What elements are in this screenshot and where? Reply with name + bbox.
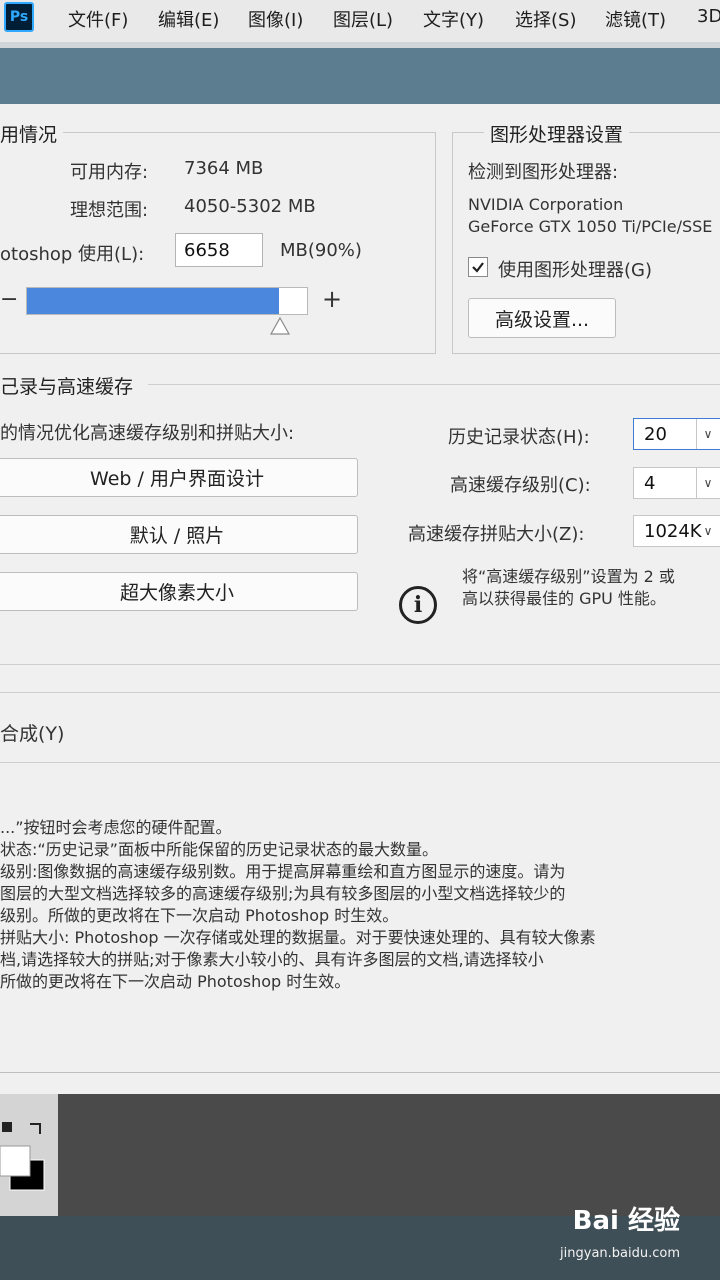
- compose-option[interactable]: 合成(Y): [0, 719, 64, 746]
- gpu-settings-title: 图形处理器设置: [484, 120, 630, 147]
- dialog-bottom-edge: [0, 1072, 720, 1073]
- gpu-hint-line2: 高以获得最佳的 GPU 性能。: [462, 589, 666, 608]
- photoshop-usage-label: otoshop 使用(L):: [0, 244, 145, 265]
- photoshop-logo: Ps: [4, 2, 34, 32]
- description-line: 状态:“历史记录”面板中所能保留的历史记录状态的最大数量。: [0, 840, 438, 859]
- chevron-down-icon[interactable]: ∨: [697, 516, 719, 546]
- history-states-value: 20: [644, 423, 667, 445]
- cache-levels-label: 高速缓存级别(C):: [450, 475, 591, 496]
- description-line: 所做的更改将在下一次启动 Photoshop 时生效。: [0, 972, 351, 991]
- memory-slider-thumb[interactable]: [269, 316, 291, 336]
- gpu-model: GeForce GTX 1050 Ti/PCIe/SSE: [468, 217, 713, 236]
- menu-file[interactable]: 文件(F): [68, 6, 128, 32]
- preset-default-photo-button[interactable]: 默认 / 照片: [0, 515, 358, 554]
- ideal-range-value: 4050-5302 MB: [184, 196, 316, 217]
- description-line: 档,请选择较大的拼贴;对于像素大小较小的、具有许多图层的文档,请选择较小: [0, 950, 544, 969]
- description-line: ...”按钮时会考虑您的硬件配置。: [0, 818, 232, 837]
- decrease-memory-button[interactable]: −: [0, 287, 18, 312]
- dialog-title-bar: [0, 42, 720, 104]
- checkmark-icon: [472, 262, 484, 273]
- advanced-settings-button[interactable]: 高级设置...: [468, 298, 616, 338]
- divider: [0, 692, 720, 693]
- tools-panel: [0, 1094, 58, 1216]
- increase-memory-button[interactable]: +: [322, 285, 342, 313]
- tile-size-label: 高速缓存拼贴大小(Z):: [408, 524, 585, 545]
- color-swatches[interactable]: [0, 1118, 58, 1198]
- memory-usage-input[interactable]: 6658: [175, 233, 263, 267]
- optimize-label: 的情况优化高速缓存级别和拼贴大小:: [0, 423, 295, 444]
- chevron-down-icon[interactable]: ∨: [696, 468, 719, 498]
- available-ram-value: 7364 MB: [184, 158, 264, 179]
- canvas-area: [58, 1094, 720, 1216]
- use-gpu-label: 使用图形处理器(G): [498, 260, 652, 281]
- menu-image[interactable]: 图像(I): [248, 6, 303, 32]
- divider: [0, 664, 720, 665]
- cache-levels-input[interactable]: 4 ∨: [633, 467, 720, 499]
- tile-size-value: 1024K: [644, 520, 702, 542]
- use-gpu-checkbox[interactable]: [468, 257, 488, 277]
- gpu-detected-label: 检测到图形处理器:: [468, 162, 619, 183]
- gpu-vendor: NVIDIA Corporation: [468, 195, 624, 214]
- preset-web-ui-button[interactable]: Web / 用户界面设计: [0, 458, 358, 497]
- preferences-dialog: 用情况 可用内存: 7364 MB 理想范围: 4050-5302 MB oto…: [0, 104, 720, 1094]
- divider: [0, 762, 720, 763]
- history-states-input[interactable]: 20 ∨: [633, 418, 720, 450]
- menu-type[interactable]: 文字(Y): [423, 6, 484, 32]
- history-states-label: 历史记录状态(H):: [448, 427, 590, 448]
- description-line: 拼贴大小: Photoshop 一次存储或处理的数据量。对于要快速处理的、具有较…: [0, 928, 596, 947]
- menu-layer[interactable]: 图层(L): [333, 6, 393, 32]
- menu-bar: Ps 文件(F) 编辑(E) 图像(I) 图层(L) 文字(Y) 选择(S) 滤…: [0, 0, 720, 43]
- baidu-watermark-url: jingyan.baidu.com: [560, 1246, 680, 1261]
- available-ram-label: 可用内存:: [70, 162, 149, 183]
- chevron-down-icon[interactable]: ∨: [696, 419, 719, 449]
- menu-filter[interactable]: 滤镜(T): [605, 6, 666, 32]
- ideal-range-label: 理想范围:: [70, 200, 149, 221]
- menu-3d[interactable]: 3D: [697, 6, 720, 27]
- memory-slider-track[interactable]: [26, 287, 308, 315]
- memory-usage-title: 用情况: [0, 120, 64, 147]
- tile-size-select[interactable]: 1024K ∨: [633, 515, 720, 547]
- history-cache-title: 己录与高速缓存: [0, 372, 140, 399]
- description-line: 级别。所做的更改将在下一次启动 Photoshop 时生效。: [0, 906, 399, 925]
- memory-usage-unit: MB(90%): [280, 240, 362, 261]
- baidu-watermark: Bai 经验: [572, 1206, 680, 1236]
- description-line: 图层的大型文档选择较多的高速缓存级别;为具有较多图层的小型文档选择较少的: [0, 884, 566, 903]
- info-icon: i: [399, 586, 437, 624]
- description-line: 级别:图像数据的高速缓存级别数。用于提高屏幕重绘和直方图显示的速度。请为: [0, 862, 566, 881]
- memory-slider-fill: [27, 288, 279, 314]
- menu-select[interactable]: 选择(S): [515, 6, 576, 32]
- preset-huge-pixel-button[interactable]: 超大像素大小: [0, 572, 358, 611]
- swap-colors-icon: [30, 1123, 41, 1134]
- cache-levels-value: 4: [644, 472, 656, 494]
- menu-edit[interactable]: 编辑(E): [158, 6, 219, 32]
- history-cache-divider: [148, 384, 720, 385]
- gpu-hint-line1: 将“高速缓存级别”设置为 2 或: [462, 567, 675, 586]
